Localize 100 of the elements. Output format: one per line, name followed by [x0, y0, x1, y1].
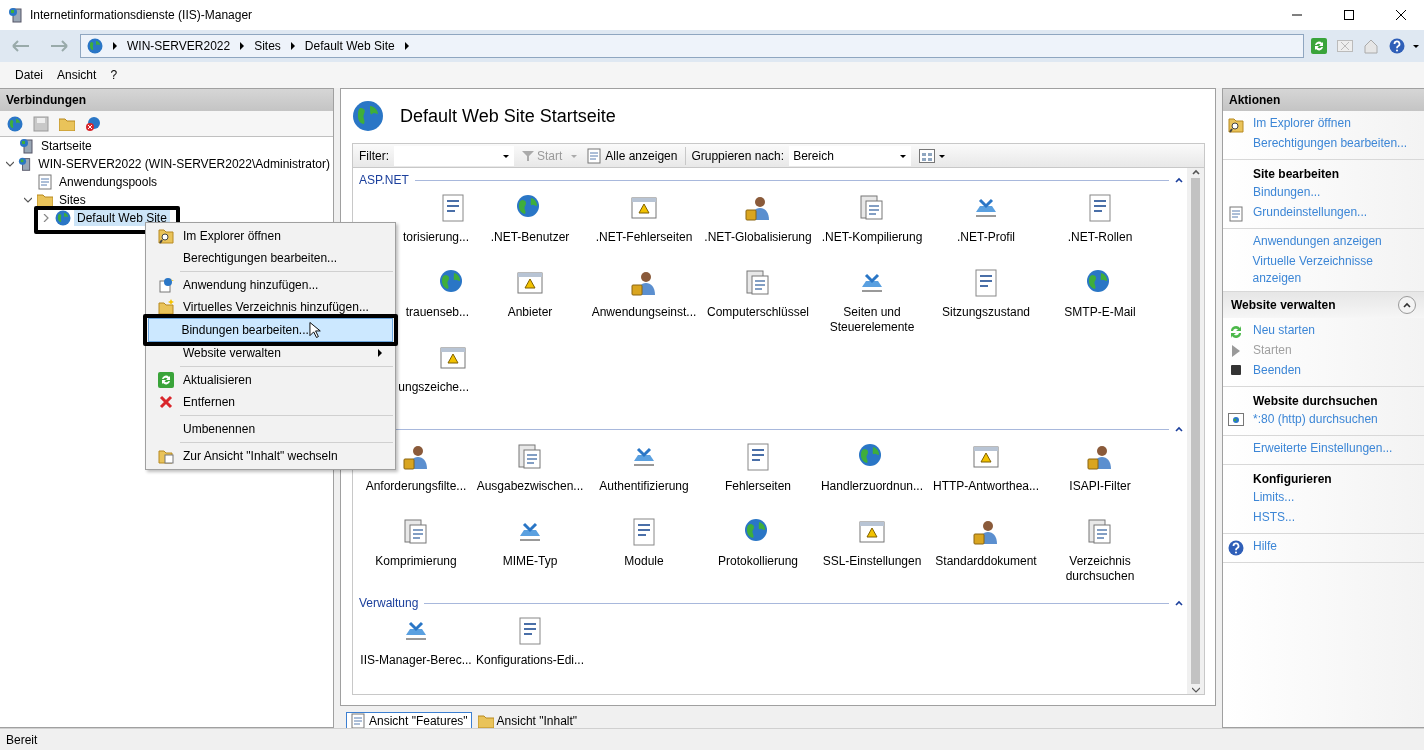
feature-label[interactable]: .NET-Profil [929, 230, 1043, 245]
feature-label[interactable]: SMTP-E-Mail [1043, 305, 1157, 320]
refresh-icon [1311, 38, 1327, 54]
collapse-button[interactable] [1398, 296, 1416, 314]
menu-item[interactable]: Im Explorer öffnen [148, 225, 393, 247]
address-bar[interactable]: WIN-SERVER2022 Sites Default Web Site [80, 34, 1304, 58]
chevron-icon [1403, 301, 1411, 309]
feature-label[interactable]: .NET-Fehlerseiten [587, 230, 701, 245]
submenu-icon [376, 349, 384, 357]
action-link[interactable]: Bindungen... [1253, 184, 1321, 201]
action-link[interactable]: Neu starten [1253, 322, 1316, 339]
play-icon [1230, 344, 1242, 358]
feature-label[interactable]: Anforderungsfilte... [359, 479, 473, 494]
section-title: Website durchsuchen [1252, 393, 1379, 410]
section-title: Konfigurieren [1252, 471, 1333, 488]
separator-icon [288, 42, 297, 50]
scroll-up-icon [1191, 168, 1200, 176]
feature-label[interactable]: .NET-Globalisierung [701, 230, 815, 245]
server-icon [19, 138, 35, 154]
feature-label[interactable]: trauenseb... [405, 305, 469, 320]
group-title: Verwaltung [359, 596, 419, 610]
feature-label[interactable]: Computerschlüssel [701, 305, 815, 320]
collapse-icon [1175, 176, 1183, 184]
feature-label[interactable]: Anwendungseinst... [587, 305, 701, 320]
tree-item[interactable]: Anwendungspools [56, 174, 161, 190]
folder-add-icon [158, 299, 174, 315]
feature-label[interactable]: ungszeiche... [398, 380, 469, 395]
menu-item[interactable]: Aktualisieren [148, 369, 393, 391]
action-link[interactable]: Anwendungen anzeigen [1253, 233, 1382, 250]
feature-label[interactable]: Standarddokument [929, 554, 1043, 569]
menu-item[interactable]: ? [103, 68, 125, 82]
feature-label[interactable]: Fehlerseiten [701, 479, 815, 494]
feature-label[interactable]: .NET-Benutzer [473, 230, 587, 245]
settings-document-icon [1228, 206, 1244, 222]
feature-label[interactable]: Konfigurations-Edi... [473, 653, 587, 668]
view-tab[interactable]: Ansicht "Inhalt" [473, 712, 582, 730]
menu-item[interactable]: Ansicht [50, 68, 104, 82]
scrollbar[interactable] [1187, 168, 1204, 694]
menu-item[interactable]: Virtuelles Verzeichnis hinzufügen... [148, 296, 393, 318]
feature-label[interactable]: Verzeichnis durchsuchen [1043, 554, 1157, 584]
action-link[interactable]: Limits... [1253, 489, 1295, 506]
feature-label[interactable]: Seiten und Steuerelemente [815, 305, 929, 335]
menu-item[interactable]: Umbenennen [148, 418, 393, 440]
feature-label[interactable]: HTTP-Antworthea... [929, 479, 1043, 494]
filter-field[interactable] [394, 145, 514, 166]
group-by-select[interactable]: Bereich [789, 145, 912, 166]
group-by-label: Gruppieren nach: [691, 148, 785, 163]
feature-label[interactable]: SSL-Einstellungen [815, 554, 929, 569]
action-link[interactable]: Grundeinstellungen... [1253, 204, 1368, 221]
action-link[interactable]: Virtuelle Verzeichnisse anzeigen [1252, 253, 1420, 287]
server-icon [18, 156, 33, 172]
feature-label[interactable]: Sitzungszustand [929, 305, 1043, 320]
tree-item[interactable]: WIN-SERVER2022 (WIN-SERVER2022\Administrator) [35, 156, 333, 172]
refresh-icon [1228, 324, 1244, 340]
breadcrumb-item[interactable]: WIN-SERVER2022 [127, 39, 231, 53]
feature-label[interactable]: MIME-Typ [473, 554, 587, 569]
tree-item[interactable]: Default Web Site [74, 210, 170, 226]
action-link[interactable]: Beenden [1253, 362, 1302, 379]
action-link[interactable]: HSTS... [1253, 509, 1295, 526]
tree-item[interactable]: Sites [56, 192, 89, 208]
feature-label[interactable]: Module [587, 554, 701, 569]
globe-icon [7, 115, 23, 132]
features-icon [350, 713, 366, 729]
feature-label[interactable]: torisierung... [402, 230, 469, 245]
feature-label[interactable]: IIS-Manager-Berec... [359, 653, 473, 668]
content-view-icon [158, 448, 174, 464]
server-icon [8, 7, 24, 23]
close-icon [1396, 10, 1406, 20]
menu-item[interactable]: Berechtigungen bearbeiten... [148, 247, 393, 269]
feature-label[interactable]: Ausgabezwischen... [473, 479, 587, 494]
group-title: ASP.NET [359, 173, 409, 187]
action-link[interactable]: Erweiterte Einstellungen... [1253, 440, 1393, 457]
filter-label: Filter: [359, 148, 389, 163]
action-link[interactable]: Hilfe [1253, 538, 1277, 555]
show-all-button[interactable]: Alle anzeigen [583, 147, 681, 164]
folder-up-icon [59, 116, 75, 131]
menu-item[interactable]: Datei [8, 68, 50, 82]
collapse-icon [1175, 425, 1183, 433]
feature-label[interactable]: Protokollierung [701, 554, 815, 569]
feature-label[interactable]: .NET-Kompilierung [815, 230, 929, 245]
feature-label[interactable]: Authentifizierung [587, 479, 701, 494]
menu-item[interactable]: Zur Ansicht "Inhalt" wechseln [148, 445, 393, 467]
feature-label[interactable]: Handlerzuordnun... [815, 479, 929, 494]
stop-icon [1230, 364, 1242, 376]
breadcrumb-item[interactable]: Default Web Site [304, 39, 395, 53]
feature-label[interactable]: ISAPI-Filter [1043, 479, 1157, 494]
menu-item[interactable]: Entfernen [148, 391, 393, 413]
breadcrumb-item[interactable]: Sites [254, 39, 281, 53]
menu-item[interactable]: Anwendung hinzufügen... [148, 274, 393, 296]
action-link[interactable]: *:80 (http) durchsuchen [1253, 411, 1378, 428]
delete-icon [159, 395, 173, 409]
feature-label[interactable]: Anbieter [473, 305, 587, 320]
action-link[interactable]: Im Explorer öffnen [1253, 115, 1351, 132]
feature-label[interactable]: Komprimierung [359, 554, 473, 569]
feature-label[interactable]: .NET-Rollen [1043, 230, 1157, 245]
scroll-down-icon [1191, 686, 1200, 694]
action-link[interactable]: Berechtigungen bearbeiten... [1253, 135, 1408, 152]
menu-item[interactable]: Website verwalten [148, 342, 393, 364]
tree-item[interactable]: Startseite [38, 138, 95, 154]
refresh-button[interactable] [1308, 35, 1330, 57]
